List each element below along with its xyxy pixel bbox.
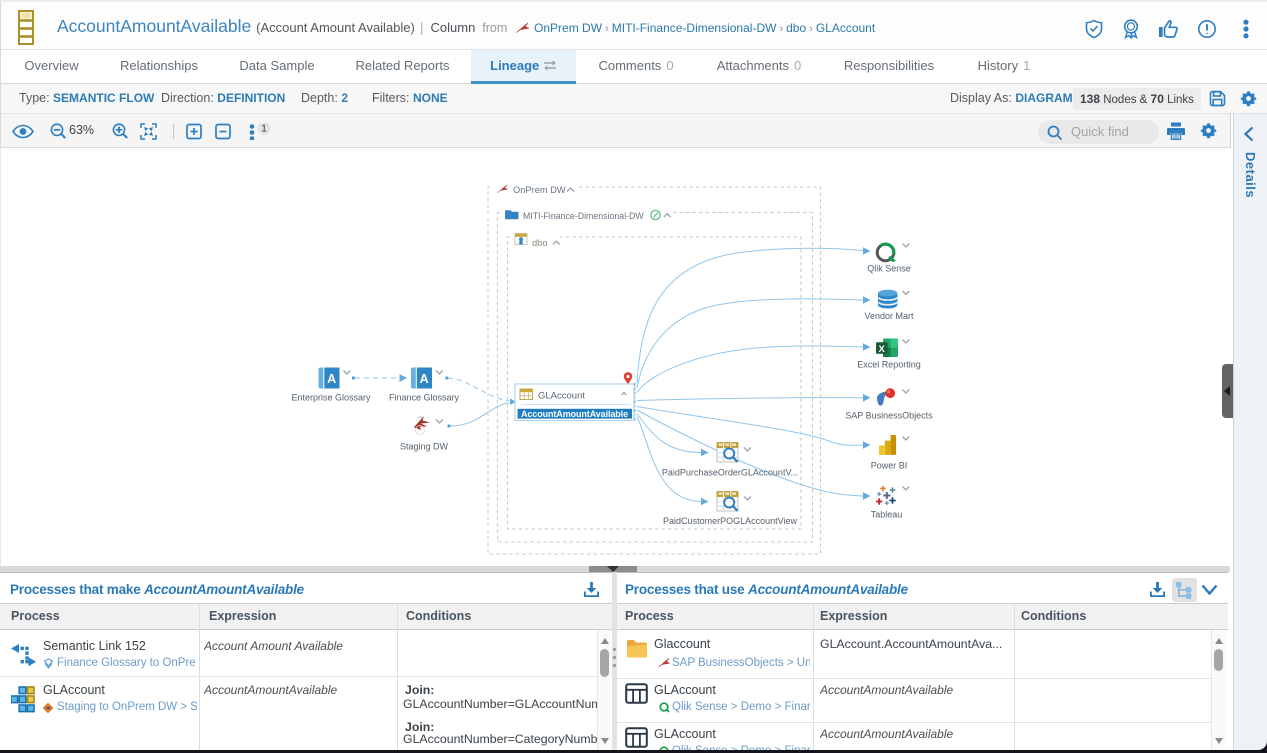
svg-text:Vendor Mart: Vendor Mart <box>864 311 914 321</box>
svg-text:Finance Glossary: Finance Glossary <box>389 393 460 403</box>
svg-text:1: 1 <box>261 123 267 135</box>
svg-text:X: X <box>879 344 886 355</box>
svg-text:A: A <box>327 372 336 386</box>
svg-text:PaidCustomerPOGLAccountView: PaidCustomerPOGLAccountView <box>663 516 797 526</box>
svg-text:AccountAmountAvailable: AccountAmountAvailable <box>521 409 628 419</box>
svg-text:dbo: dbo <box>532 238 548 248</box>
svg-text:Staging DW: Staging DW <box>400 442 449 452</box>
svg-text:SAP BusinessObjects: SAP BusinessObjects <box>845 411 933 421</box>
svg-text:MITI-Finance-Dimensional-DW: MITI-Finance-Dimensional-DW <box>523 211 644 221</box>
svg-text:Excel Reporting: Excel Reporting <box>857 360 921 370</box>
svg-text:A: A <box>420 372 429 386</box>
svg-text:Enterprise Glossary: Enterprise Glossary <box>291 393 371 403</box>
svg-text:Qlik Sense: Qlik Sense <box>867 264 911 274</box>
svg-text:PaidPurchaseOrderGLAccountV...: PaidPurchaseOrderGLAccountV... <box>662 468 798 478</box>
svg-text:OnPrem DW: OnPrem DW <box>513 185 566 195</box>
svg-text:Power BI: Power BI <box>871 461 908 471</box>
svg-text:GLAccount: GLAccount <box>538 391 585 402</box>
svg-text:Tableau: Tableau <box>871 510 903 520</box>
